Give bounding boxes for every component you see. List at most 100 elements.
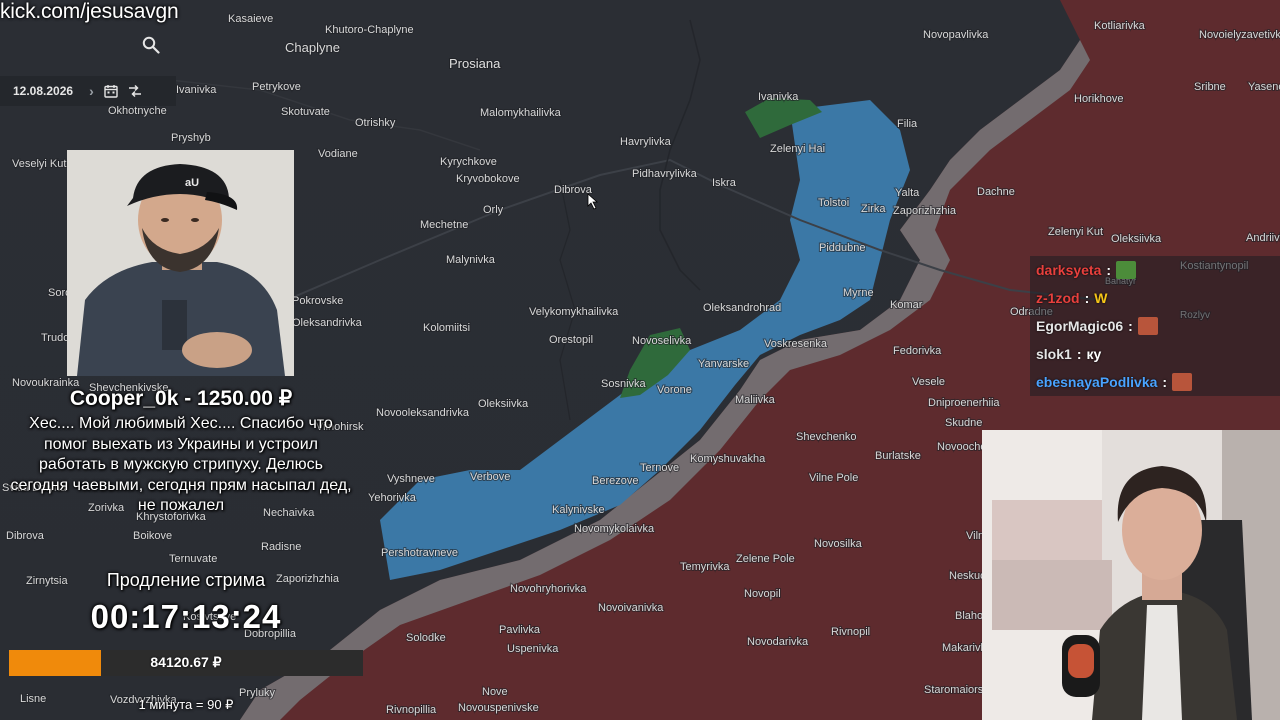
compare-arrows-icon[interactable] [128,84,142,98]
map-label: Pryshyb [171,132,211,144]
map-label: Dibrova [6,530,45,542]
map-label: Velykomykhailivka [529,306,619,318]
map-label: Burlatske [875,450,921,462]
map-label: Petrykove [252,81,301,93]
map-label: Kryvobokove [456,173,520,185]
map-label: Kotliarivka [1094,20,1146,32]
map-label: Dniproenerhiia [928,397,1000,409]
map-label: Rivnopil [831,626,870,638]
map-label: Skudne [945,417,982,429]
map-label: Okhotnyche [108,105,167,117]
subathon-amount: 84120.67 ₽ [150,654,222,670]
map-label: Iskra [712,177,737,189]
map-label: Oleksiivka [478,398,529,410]
map-label: Sribne [1194,81,1226,93]
map-label: Mechetne [420,219,468,231]
map-label: Havrylivka [620,136,672,148]
chat-separator: : [1106,262,1112,278]
map-label: Otrishky [355,117,396,129]
map-label: Yalta [895,187,920,199]
map-label: Kyrychkove [440,156,497,168]
chat-message: slok1: ку [1030,340,1280,368]
map-label: Verbove [470,471,510,483]
map-label: Orestopil [549,334,593,346]
map-label: Rivnopillia [386,704,437,716]
streamer-webcam-right [982,430,1280,720]
map-label: Solodke [406,632,446,644]
chat-separator: : [1128,318,1133,334]
map-label: Vorone [657,384,692,396]
map-label: Voskresenka [764,338,828,350]
stream-url: kick.com/jesusavgn [0,0,179,23]
chevron-right-icon[interactable]: › [89,83,94,99]
map-label: Yehorivka [368,492,417,504]
map-label: Dibrova [554,184,593,196]
map-label: Fedorivka [893,345,942,357]
chat-message: ebesnayaPodlivka: [1030,368,1280,396]
map-label: Piddubne [819,242,866,254]
map-label: Boikove [133,530,172,542]
chat-separator: : [1076,346,1082,362]
map-label: Oleksiivka [1111,233,1162,245]
map-label: Pershotravneve [381,547,458,559]
map-label: Pavlivka [499,624,541,636]
map-label: Filia [897,118,918,130]
webcam-person-image: aU [67,150,294,376]
chat-username[interactable]: darksyeta [1036,262,1101,278]
map-label: Novoielyzavetivka [1199,29,1280,41]
chat-username[interactable]: EgorMagic06 [1036,318,1123,334]
map-label: Novouspenivske [458,702,539,714]
subathon-timer: 00:17:13:24 [90,598,282,635]
chat-username[interactable]: z-1zod [1036,290,1080,306]
pepe-emote [1116,261,1137,279]
map-label: Novooleksandrivka [376,407,470,419]
chat-username[interactable]: ebesnayaPodlivka [1036,374,1157,390]
map-label: Novomykolaivka [574,523,655,535]
subathon-rate: 1 минута = 90 ₽ [138,697,234,712]
map-label: Oleksandrivka [292,317,363,329]
map-label: Khutoro-Chaplyne [325,24,414,36]
chat-message: z-1zod: W [1030,284,1280,312]
map-label: Horikhove [1074,93,1124,105]
map-label: Vyshneve [387,473,435,485]
map-label: Zelenyi Hai [770,143,825,155]
map-label: Novodarivka [747,636,809,648]
face-emote [1172,373,1193,391]
map-label: Kolomiitsi [423,322,470,334]
chat-text: W [1094,290,1108,306]
map-label: Malynivka [446,254,496,266]
map-label: Ternuvate [169,553,217,565]
map-label: Andriivk [1246,232,1280,244]
chat-separator: : [1084,290,1090,306]
map-label: Kasaieve [228,13,273,25]
calendar-icon[interactable] [104,84,118,98]
donation-title: Cooper_0k - 1250.00 ₽ [69,387,293,410]
map-label: Novoivanivka [598,602,664,614]
map-label: Vesele [912,376,945,388]
chat-message: darksyeta: [1030,256,1280,284]
map-label: Novopil [744,588,781,600]
map-label: Tolstoi [818,197,849,209]
map-label: Oleksandrohrad [703,302,781,314]
svg-text:aU: aU [185,177,199,189]
map-label: Komar [890,299,923,311]
map-label: Prosiana [449,56,501,71]
map-label: Sosnivka [601,378,647,390]
map-label: Orly [483,204,504,216]
chat-username[interactable]: slok1 [1036,346,1072,362]
chat-text: ку [1086,346,1102,362]
search-icon[interactable] [142,36,160,54]
streamer-webcam-left: aU [67,150,294,376]
map-label: Zirka [861,203,886,215]
map-label: Novosilka [814,538,863,550]
map-label: Uspenivka [507,643,559,655]
map-label: Chaplyne [285,40,340,55]
map-label: Zelenyi Kut [1048,226,1103,238]
map-label: Dachne [977,186,1015,198]
map-label: Yanvarske [698,358,749,370]
map-label: Pokrovske [292,295,343,307]
map-label: Skotuvate [281,106,330,118]
map-label: Kalynivske [552,504,605,516]
date-label[interactable]: 12.08.2026 [13,84,73,98]
map-label: Yasenov [1248,81,1280,93]
